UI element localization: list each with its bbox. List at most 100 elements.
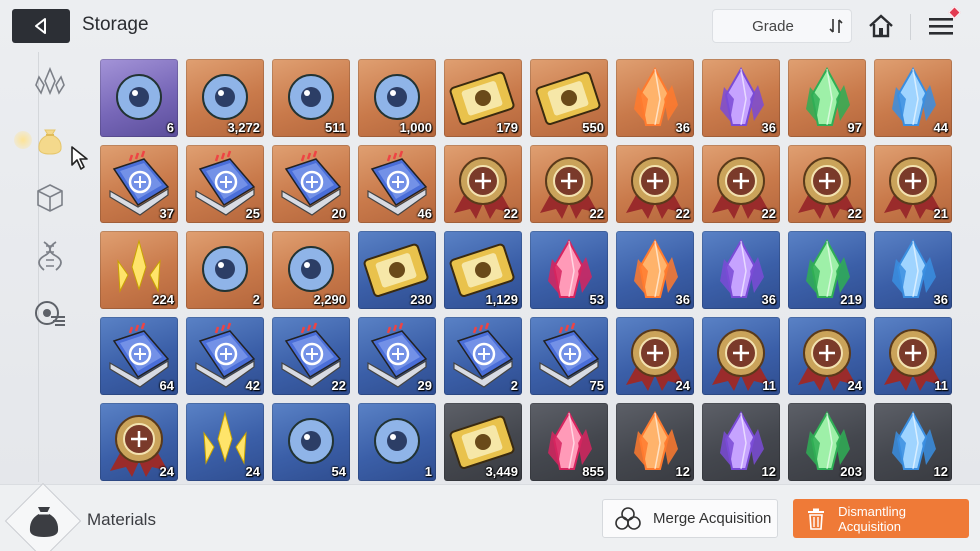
sort-order-icon[interactable] xyxy=(821,17,851,35)
item-count: 22 xyxy=(331,378,346,393)
sidebar-item-crystals[interactable] xyxy=(28,60,72,104)
item-slot[interactable]: 20 xyxy=(272,145,350,223)
menu-button[interactable] xyxy=(926,6,961,41)
trash-icon xyxy=(793,508,838,530)
item-count: 53 xyxy=(589,292,604,307)
item-slot[interactable]: 11 xyxy=(702,317,780,395)
item-count: 44 xyxy=(933,120,948,135)
item-slot[interactable]: 46 xyxy=(358,145,436,223)
item-slot[interactable]: 550 xyxy=(530,59,608,137)
item-slot[interactable]: 11 xyxy=(874,317,952,395)
hamburger-icon xyxy=(929,18,953,35)
item-slot[interactable]: 44 xyxy=(874,59,952,137)
item-slot[interactable]: 203 xyxy=(788,403,866,481)
item-slot[interactable]: 3,449 xyxy=(444,403,522,481)
item-count: 1 xyxy=(424,464,432,479)
item-slot[interactable]: 36 xyxy=(874,231,952,309)
item-slot[interactable]: 511 xyxy=(272,59,350,137)
item-slot[interactable]: 21 xyxy=(874,145,952,223)
item-count: 12 xyxy=(761,464,776,479)
item-slot[interactable]: 25 xyxy=(186,145,264,223)
item-slot[interactable]: 1 xyxy=(358,403,436,481)
item-slot[interactable]: 12 xyxy=(702,403,780,481)
item-slot[interactable]: 37 xyxy=(100,145,178,223)
item-count: 224 xyxy=(152,292,174,307)
header-divider xyxy=(910,14,911,40)
item-slot[interactable]: 6 xyxy=(100,59,178,137)
item-slot[interactable]: 855 xyxy=(530,403,608,481)
item-slot[interactable]: 24 xyxy=(100,403,178,481)
item-slot[interactable]: 22 xyxy=(616,145,694,223)
item-slot[interactable]: 22 xyxy=(444,145,522,223)
item-slot[interactable]: 230 xyxy=(358,231,436,309)
item-grid: 6 3,272 511 1,000 179 550 36 36 97 44 37 25 20 46 22 22… xyxy=(100,59,960,481)
sidebar-item-cubes[interactable] xyxy=(28,176,72,220)
item-slot[interactable]: 36 xyxy=(702,59,780,137)
item-slot[interactable]: 36 xyxy=(616,231,694,309)
item-slot[interactable]: 22 xyxy=(272,317,350,395)
material-pouch-icon xyxy=(38,129,62,155)
item-slot[interactable]: 2 xyxy=(186,231,264,309)
item-count: 64 xyxy=(159,378,174,393)
item-slot[interactable]: 75 xyxy=(530,317,608,395)
crystal-outline-icon xyxy=(35,67,65,96)
item-slot[interactable]: 24 xyxy=(616,317,694,395)
merge-acquisition-button[interactable]: Merge Acquisition xyxy=(602,499,778,538)
item-slot[interactable]: 24 xyxy=(788,317,866,395)
item-slot[interactable]: 22 xyxy=(788,145,866,223)
item-count: 24 xyxy=(245,464,260,479)
item-count: 22 xyxy=(675,206,690,221)
category-label: Materials xyxy=(87,510,156,529)
item-count: 42 xyxy=(245,378,260,393)
item-count: 230 xyxy=(410,292,432,307)
item-count: 36 xyxy=(675,292,690,307)
item-slot[interactable]: 2 xyxy=(444,317,522,395)
back-button[interactable] xyxy=(12,9,70,43)
item-count: 36 xyxy=(933,292,948,307)
item-slot[interactable]: 36 xyxy=(702,231,780,309)
sort-dropdown[interactable]: Grade xyxy=(712,9,852,43)
item-count: 1,129 xyxy=(485,292,518,307)
item-slot[interactable]: 224 xyxy=(100,231,178,309)
sidebar-item-genes[interactable] xyxy=(28,234,72,278)
page-title: Storage xyxy=(82,14,149,35)
sidebar-item-chips[interactable] xyxy=(28,292,72,336)
item-slot[interactable]: 53 xyxy=(530,231,608,309)
item-count: 29 xyxy=(417,378,432,393)
sidebar-item-materials[interactable] xyxy=(14,118,72,162)
item-slot[interactable]: 12 xyxy=(616,403,694,481)
item-count: 511 xyxy=(325,120,346,135)
item-slot[interactable]: 1,000 xyxy=(358,59,436,137)
item-count: 12 xyxy=(933,464,948,479)
item-count: 54 xyxy=(331,464,346,479)
item-count: 855 xyxy=(582,464,604,479)
item-count: 37 xyxy=(159,206,174,221)
item-count: 179 xyxy=(496,120,518,135)
item-slot[interactable]: 22 xyxy=(530,145,608,223)
item-slot[interactable]: 219 xyxy=(788,231,866,309)
sort-label: Grade xyxy=(752,17,794,35)
item-slot[interactable]: 12 xyxy=(874,403,952,481)
item-slot[interactable]: 64 xyxy=(100,317,178,395)
item-slot[interactable]: 24 xyxy=(186,403,264,481)
item-count: 1,000 xyxy=(399,120,432,135)
item-slot[interactable]: 42 xyxy=(186,317,264,395)
item-slot[interactable]: 29 xyxy=(358,317,436,395)
item-count: 24 xyxy=(847,378,862,393)
item-slot[interactable]: 36 xyxy=(616,59,694,137)
dismantling-acquisition-button[interactable]: Dismantling Acquisition xyxy=(793,499,969,538)
item-slot[interactable]: 22 xyxy=(702,145,780,223)
item-count: 24 xyxy=(159,464,174,479)
item-slot[interactable]: 1,129 xyxy=(444,231,522,309)
dismantling-acquisition-label: Dismantling Acquisition xyxy=(838,503,906,534)
item-slot[interactable]: 179 xyxy=(444,59,522,137)
item-slot[interactable]: 3,272 xyxy=(186,59,264,137)
mouse-cursor-icon xyxy=(71,146,88,170)
home-button[interactable] xyxy=(866,11,896,41)
home-icon xyxy=(869,14,893,38)
item-count: 12 xyxy=(675,464,690,479)
item-slot[interactable]: 54 xyxy=(272,403,350,481)
item-slot[interactable]: 2,290 xyxy=(272,231,350,309)
item-count: 97 xyxy=(847,120,862,135)
item-slot[interactable]: 97 xyxy=(788,59,866,137)
